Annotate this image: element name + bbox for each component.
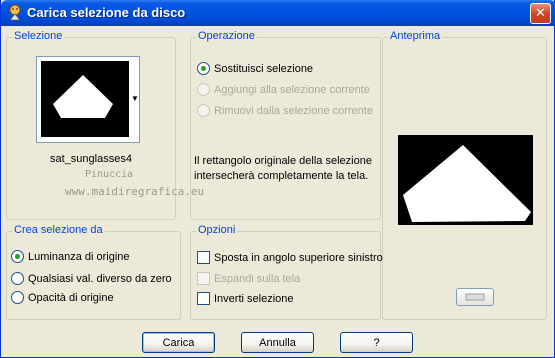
radio-replace-selection[interactable]: Sostituisci selezione — [197, 62, 313, 75]
radio-any-nonzero[interactable]: Qualsiasi val. diverso da zero — [11, 272, 172, 285]
selection-shape — [53, 75, 113, 118]
window-title: Carica selezione da disco — [27, 5, 186, 20]
radio-label: Opacità di origine — [28, 291, 114, 304]
checkbox-invert-selection[interactable]: Inverti selezione — [197, 292, 294, 305]
checkbox-expand-canvas[interactable]: Espandi sulla tela — [197, 272, 300, 285]
radio-label: Aggiungi alla selezione corrente — [214, 83, 370, 96]
selection-thumbnail — [40, 60, 130, 138]
radio-button[interactable] — [197, 83, 210, 96]
preview-toggle-button[interactable] — [456, 288, 494, 306]
paint-shop-pro-icon — [9, 4, 21, 21]
selection-combo[interactable]: ▼ — [36, 56, 140, 143]
checkbox-label: Sposta in angolo superiore sinistro — [214, 251, 383, 264]
watermark-author: Pinuccia — [85, 169, 134, 180]
radio-button[interactable] — [197, 104, 210, 117]
preview-group: Anteprima — [382, 30, 547, 320]
checkbox[interactable] — [197, 251, 210, 264]
radio-add-selection[interactable]: Aggiungi alla selezione corrente — [197, 83, 370, 96]
radio-label: Rimuovi dalla selezione corrente — [214, 104, 373, 117]
preview-toggle-icon — [465, 293, 485, 301]
selection-group: Selezione ▼ sat_sunglasses4 Pinuccia www… — [6, 30, 204, 220]
radio-button[interactable] — [11, 272, 24, 285]
options-group: Opzioni Sposta in angolo superiore sinis… — [190, 224, 383, 320]
close-button[interactable]: ✕ — [530, 3, 551, 24]
radio-label: Qualsiasi val. diverso da zero — [28, 272, 172, 285]
radio-button[interactable] — [197, 62, 210, 75]
operation-group: Operazione Sostituisci selezione Aggiung… — [190, 30, 381, 220]
checkbox-label: Inverti selezione — [214, 292, 294, 305]
close-icon: ✕ — [535, 6, 546, 21]
dialog-window: Carica selezione da disco ✕ Selezione ▼ … — [0, 0, 555, 358]
preview-shape — [403, 145, 531, 222]
radio-remove-selection[interactable]: Rimuovi dalla selezione corrente — [197, 104, 373, 117]
radio-button[interactable] — [11, 291, 24, 304]
help-button[interactable]: ? — [340, 332, 413, 353]
radio-label: Luminanza di origine — [28, 250, 130, 263]
checkbox[interactable] — [197, 292, 210, 305]
checkbox-label: Espandi sulla tela — [214, 272, 301, 285]
title-bar[interactable]: Carica selezione da disco ✕ — [1, 0, 555, 26]
radio-source-luminance[interactable]: Luminanza di origine — [11, 250, 130, 263]
watermark-site: www.maidiregrafica.eu — [65, 185, 205, 198]
operation-description-1: Il rettangolo originale della selezione — [194, 155, 372, 167]
cancel-button[interactable]: Annulla — [241, 332, 314, 353]
radio-source-opacity[interactable]: Opacità di origine — [11, 291, 114, 304]
selection-name: sat_sunglasses4 — [50, 153, 132, 165]
selection-group-title: Selezione — [12, 30, 65, 42]
radio-label: Sostituisci selezione — [214, 62, 314, 75]
chevron-down-icon[interactable]: ▼ — [131, 95, 139, 103]
create-from-group-title: Crea selezione da — [12, 224, 105, 236]
radio-button[interactable] — [11, 250, 24, 263]
operation-group-title: Operazione — [196, 30, 257, 42]
preview-group-title: Anteprima — [388, 30, 443, 42]
create-from-group: Crea selezione da Luminanza di origine Q… — [6, 224, 181, 320]
checkbox[interactable] — [197, 272, 210, 285]
operation-description-2: intersecherà completamente la tela. — [194, 170, 369, 182]
checkbox-move-top-left[interactable]: Sposta in angolo superiore sinistro — [197, 251, 383, 264]
options-group-title: Opzioni — [196, 224, 238, 236]
load-button[interactable]: Carica — [142, 332, 215, 353]
preview-canvas — [398, 135, 533, 225]
